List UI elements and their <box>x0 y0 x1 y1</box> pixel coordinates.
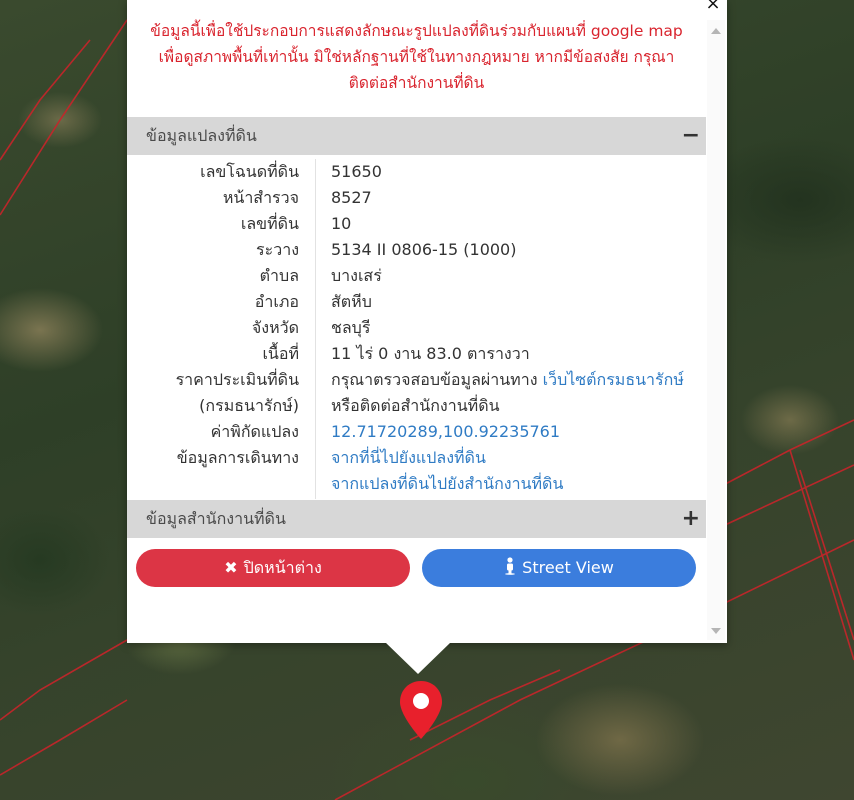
info-row-directions: ข้อมูลการเดินทาง จากที่นี่ไปยังแปลงที่ดิ… <box>127 445 706 471</box>
row-value: 8527 <box>331 188 372 207</box>
info-row-map-sheet: ระวาง 5134 II 0806-15 (1000) <box>127 237 706 263</box>
close-window-button[interactable]: ✖ ปิดหน้าต่าง <box>136 549 410 587</box>
street-view-button[interactable]: Street View <box>422 549 696 587</box>
row-label: เลขโฉนดที่ดิน <box>200 162 299 181</box>
row-label: เลขที่ดิน <box>240 214 299 233</box>
section-title: ข้อมูลแปลงที่ดิน <box>146 126 257 145</box>
info-row-land-number: เลขที่ดิน 10 <box>127 211 706 237</box>
section-title: ข้อมูลสำนักงานที่ดิน <box>146 509 286 528</box>
expand-icon[interactable]: + <box>682 500 700 538</box>
row-value: 11 ไร่ 0 งาน 83.0 ตารางวา <box>331 344 530 363</box>
row-value: ชลบุรี <box>331 318 371 337</box>
row-label: เนื้อที่ <box>262 344 299 363</box>
directions-to-office-link[interactable]: จากแปลงที่ดินไปยังสำนักงานที่ดิน <box>331 471 563 497</box>
map-pin-icon[interactable] <box>398 679 444 745</box>
row-label: ระวาง <box>256 240 299 259</box>
row-value: 51650 <box>331 162 382 181</box>
disclaimer-line: ติดต่อสำนักงานที่ดิน <box>348 74 485 92</box>
parcel-info-popup: ข้อมูลนี้เพื่อใช้ประกอบการแสดงลักษณะรูปแ… <box>127 0 727 643</box>
popup-scroll-area[interactable]: ข้อมูลนี้เพื่อใช้ประกอบการแสดงลักษณะรูปแ… <box>127 0 706 643</box>
info-row-directions-office: จากแปลงที่ดินไปยังสำนักงานที่ดิน <box>127 471 706 497</box>
info-row-province: จังหวัด ชลบุรี <box>127 315 706 341</box>
collapse-icon[interactable]: − <box>682 117 700 155</box>
info-row-survey-page: หน้าสำรวจ 8527 <box>127 185 706 211</box>
close-button-label: ปิดหน้าต่าง <box>243 558 322 577</box>
row-value: กรุณาตรวจสอบข้อมูลผ่านทาง เว็บไซต์กรมธนา… <box>331 367 684 393</box>
pegman-icon <box>504 549 516 587</box>
row-value: 5134 II 0806-15 (1000) <box>331 240 517 259</box>
info-row-appraisal-note: (กรมธนารักษ์) หรือติดต่อสำนักงานที่ดิน <box>127 393 706 419</box>
info-row-coordinates: ค่าพิกัดแปลง 12.71720289,100.92235761 <box>127 419 706 445</box>
treasury-website-link[interactable]: เว็บไซต์กรมธนารักษ์ <box>543 370 684 389</box>
row-value-text: กรุณาตรวจสอบข้อมูลผ่านทาง <box>331 370 543 389</box>
info-row-district: อำเภอ สัตหีบ <box>127 289 706 315</box>
coordinates-link[interactable]: 12.71720289,100.92235761 <box>331 419 560 445</box>
popup-scrollbar[interactable] <box>707 20 725 640</box>
directions-to-parcel-link[interactable]: จากที่นี่ไปยังแปลงที่ดิน <box>331 445 486 471</box>
row-label: อำเภอ <box>254 292 299 311</box>
section-header-parcel-info[interactable]: ข้อมูลแปลงที่ดิน − <box>127 117 706 155</box>
popup-pointer <box>385 642 451 674</box>
row-label: ตำบล <box>259 266 299 285</box>
info-row-appraisal: ราคาประเมินที่ดิน กรุณาตรวจสอบข้อมูลผ่าน… <box>127 367 706 393</box>
section-header-land-office[interactable]: ข้อมูลสำนักงานที่ดิน + <box>127 500 706 538</box>
row-value: 10 <box>331 214 352 233</box>
row-label: ข้อมูลการเดินทาง <box>176 448 299 467</box>
info-row-area: เนื้อที่ 11 ไร่ 0 งาน 83.0 ตารางวา <box>127 341 706 367</box>
parcel-info-table: เลขโฉนดที่ดิน 51650 หน้าสำรวจ 8527 เลขที… <box>127 159 706 497</box>
close-popup-icon[interactable]: × <box>703 0 723 14</box>
row-label: ราคาประเมินที่ดิน <box>175 370 299 389</box>
disclaimer-line: ข้อมูลนี้เพื่อใช้ประกอบการแสดงลักษณะรูปแ… <box>150 22 683 40</box>
scroll-down-icon[interactable] <box>711 628 721 634</box>
row-value: สัตหีบ <box>331 292 372 311</box>
info-row-deed-number: เลขโฉนดที่ดิน 51650 <box>127 159 706 185</box>
row-label: (กรมธนารักษ์) <box>199 396 299 415</box>
row-label: ค่าพิกัดแปลง <box>210 422 299 441</box>
row-label: หน้าสำรวจ <box>222 188 299 207</box>
info-row-subdistrict: ตำบล บางเสร่ <box>127 263 706 289</box>
disclaimer-text: ข้อมูลนี้เพื่อใช้ประกอบการแสดงลักษณะรูปแ… <box>127 18 706 96</box>
row-label: จังหวัด <box>251 318 299 337</box>
disclaimer-line: เพื่อดูสภาพพื้นที่เท่านั้น มิใช่หลักฐานท… <box>158 48 675 66</box>
scroll-up-icon[interactable] <box>711 28 721 34</box>
close-x-icon: ✖ <box>224 558 238 577</box>
row-value: หรือติดต่อสำนักงานที่ดิน <box>331 396 500 415</box>
row-value: บางเสร่ <box>331 266 382 285</box>
street-view-label: Street View <box>522 558 614 577</box>
